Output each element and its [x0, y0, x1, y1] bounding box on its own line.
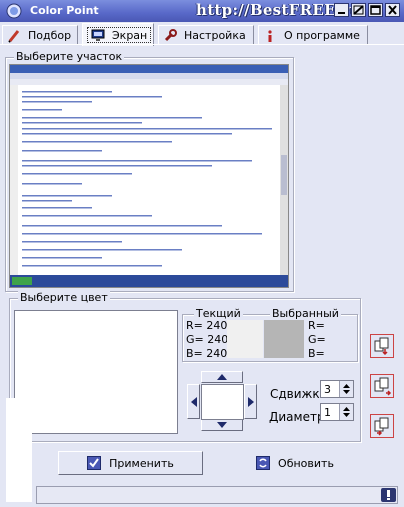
selected-color-swatch — [264, 320, 304, 358]
shift-label: Сдвижка — [270, 387, 327, 401]
swap-color-button[interactable] — [370, 414, 394, 438]
zoom-preview — [201, 384, 244, 420]
info-icon — [268, 29, 272, 42]
tab-podbor[interactable]: Подбор — [2, 25, 78, 45]
group-title: Выберите цвет — [18, 291, 110, 304]
shift-value: 3 — [324, 383, 331, 396]
side-panel — [6, 398, 32, 502]
diameter-label: Диаметр — [269, 410, 325, 424]
tab-nastroyka[interactable]: Настройка — [158, 25, 254, 45]
checkmark-icon — [87, 456, 102, 470]
current-g: G= 240 — [186, 333, 229, 346]
minimize-icon — [338, 12, 345, 14]
current-b: B= 240 — [186, 347, 228, 360]
current-color-swatch — [227, 320, 263, 358]
paste-color-button[interactable] — [370, 374, 394, 398]
exclamation-icon — [387, 490, 390, 500]
screen-capture-preview[interactable] — [9, 64, 289, 288]
move-down-button[interactable] — [201, 419, 243, 431]
tab-o-programme[interactable]: О программе — [258, 25, 368, 45]
diameter-spinner[interactable]: 1 — [320, 403, 354, 421]
monitor-icon — [91, 29, 105, 41]
close-button[interactable] — [385, 3, 400, 17]
arrow-right-icon — [247, 396, 254, 407]
tab-label: О программе — [284, 29, 360, 42]
pen-icon — [8, 29, 20, 43]
move-up-button[interactable] — [201, 371, 243, 383]
copy-down-icon — [374, 337, 389, 356]
app-logo-icon — [6, 3, 22, 19]
arrow-down-icon — [217, 422, 227, 428]
tab-separator — [0, 44, 404, 45]
tab-label: Подбор — [28, 29, 72, 42]
minimize-button[interactable] — [334, 3, 349, 17]
alert-button[interactable] — [381, 488, 396, 502]
refresh-icon — [256, 456, 271, 470]
selected-g: G= — [308, 333, 326, 346]
move-left-button[interactable] — [187, 384, 200, 419]
swap-icon — [374, 417, 389, 436]
refresh-button[interactable]: Обновить — [250, 451, 340, 475]
close-icon — [388, 5, 397, 15]
spin-arrows-icon — [343, 384, 350, 394]
paste-icon — [374, 377, 392, 396]
arrow-left-icon — [190, 396, 197, 407]
tab-bar: Подбор Экран Настройка О программе — [0, 23, 404, 46]
refresh-label: Обновить — [278, 456, 334, 470]
spin-arrows-icon — [343, 407, 350, 417]
selected-r: R= — [308, 319, 325, 332]
spinner-arrows[interactable] — [339, 404, 353, 420]
selected-b: B= — [308, 347, 325, 360]
current-r: R= 240 — [186, 319, 228, 332]
maximize-icon — [370, 5, 381, 15]
wrench-icon — [164, 28, 177, 41]
tab-label: Настройка — [184, 29, 246, 42]
tab-ekran[interactable]: Экран — [82, 23, 154, 46]
tab-label: Экран — [112, 28, 148, 42]
apply-label: Применить — [109, 456, 174, 470]
restore-icon — [353, 5, 364, 15]
app-window: Color Point http://BestFREE.ru Подбор Эк… — [0, 0, 404, 507]
diameter-value: 1 — [324, 406, 331, 419]
screen-thumbnail — [10, 65, 288, 287]
move-right-button[interactable] — [244, 384, 257, 419]
title-bar[interactable]: Color Point http://BestFREE.ru — [0, 0, 404, 22]
copy-color-button[interactable] — [370, 334, 394, 358]
status-bar — [36, 486, 398, 504]
color-list[interactable] — [14, 310, 178, 434]
arrow-up-icon — [217, 374, 227, 380]
window-title: Color Point — [30, 4, 99, 17]
maximize-button[interactable] — [368, 3, 383, 17]
apply-button[interactable]: Применить — [58, 451, 203, 475]
selected-title: Выбранный — [270, 307, 341, 320]
shift-spinner[interactable]: 3 — [320, 380, 354, 398]
restore-button[interactable] — [351, 3, 366, 17]
group-title: Выберите участок — [14, 50, 125, 63]
spinner-arrows[interactable] — [339, 381, 353, 397]
